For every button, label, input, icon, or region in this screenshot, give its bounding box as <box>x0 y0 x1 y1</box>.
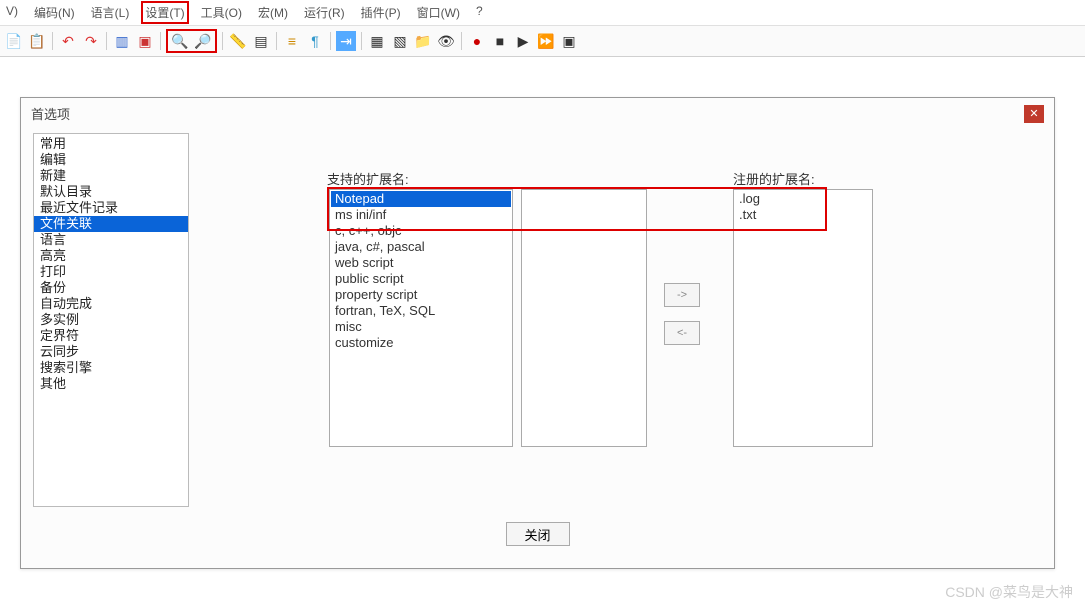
list-item[interactable]: web script <box>331 255 511 271</box>
supported-ext-label: 支持的扩展名: <box>327 169 409 188</box>
menu-macro[interactable]: 宏(M) <box>256 3 290 22</box>
main-pane: 支持的扩展名: 注册的扩展名: Notepad ms ini/inf c, c+… <box>199 133 1044 507</box>
sidebar-item-highlight[interactable]: 高亮 <box>34 248 188 264</box>
sidebar-item-multi-instance[interactable]: 多实例 <box>34 312 188 328</box>
registered-ext-listbox[interactable]: .log .txt <box>733 189 873 447</box>
folder-icon[interactable]: 📁 <box>413 31 433 51</box>
sidebar-item-file-assoc[interactable]: 文件关联 <box>34 216 188 232</box>
arrow-right-button[interactable]: -> <box>664 283 700 307</box>
watermark: CSDN @菜鸟是大神 <box>945 582 1073 602</box>
zoom-in-icon[interactable]: 🔍 <box>170 31 190 51</box>
separator <box>106 32 107 50</box>
separator <box>361 32 362 50</box>
preferences-dialog: 首选项 ✕ 常用 编辑 新建 默认目录 最近文件记录 文件关联 语言 高亮 打印… <box>20 97 1055 569</box>
menu-encoding[interactable]: 编码(N) <box>32 3 77 22</box>
list-item[interactable]: customize <box>331 335 511 351</box>
indent-icon[interactable]: ⇥ <box>336 31 356 51</box>
menu-view[interactable]: V) <box>4 3 20 22</box>
preferences-sidebar: 常用 编辑 新建 默认目录 最近文件记录 文件关联 语言 高亮 打印 备份 自动… <box>33 133 189 507</box>
sidebar-item-delimiter[interactable]: 定界符 <box>34 328 188 344</box>
menu-window[interactable]: 窗口(W) <box>415 3 462 22</box>
list-item[interactable]: c, c++, objc <box>331 223 511 239</box>
registered-ext-label: 注册的扩展名: <box>733 169 815 188</box>
play-icon[interactable]: ▶ <box>513 31 533 51</box>
sidebar-item-autocomplete[interactable]: 自动完成 <box>34 296 188 312</box>
zoom-out-icon[interactable]: 🔎 <box>193 31 213 51</box>
record-icon[interactable]: ● <box>467 31 487 51</box>
sidebar-item-general[interactable]: 常用 <box>34 136 188 152</box>
dialog-title: 首选项 <box>31 104 70 123</box>
list-icon[interactable]: ≡ <box>282 31 302 51</box>
highlighted-tools: 🔍 🔎 <box>166 29 217 53</box>
stop-icon[interactable]: ■ <box>490 31 510 51</box>
sidebar-item-search-engine[interactable]: 搜索引擎 <box>34 360 188 376</box>
format-icon[interactable]: ▦ <box>367 31 387 51</box>
sidebar-item-cloud[interactable]: 云同步 <box>34 344 188 360</box>
sidebar-item-new[interactable]: 新建 <box>34 168 188 184</box>
fast-forward-icon[interactable]: ⏩ <box>536 31 556 51</box>
separator <box>276 32 277 50</box>
sidebar-item-language[interactable]: 语言 <box>34 232 188 248</box>
menu-help[interactable]: ? <box>474 3 485 22</box>
sidebar-item-other[interactable]: 其他 <box>34 376 188 392</box>
redo-icon[interactable]: ↷ <box>81 31 101 51</box>
separator <box>461 32 462 50</box>
sidebar-item-print[interactable]: 打印 <box>34 264 188 280</box>
list-item[interactable]: java, c#, pascal <box>331 239 511 255</box>
undo-icon[interactable]: ↶ <box>58 31 78 51</box>
menu-plugins[interactable]: 插件(P) <box>359 3 403 22</box>
close-button[interactable]: ✕ <box>1024 105 1044 123</box>
chart-icon[interactable]: ▥ <box>112 31 132 51</box>
copy-icon[interactable]: 📋 <box>27 31 47 51</box>
sidebar-item-backup[interactable]: 备份 <box>34 280 188 296</box>
sidebar-item-default-dir[interactable]: 默认目录 <box>34 184 188 200</box>
arrow-left-button[interactable]: <- <box>664 321 700 345</box>
eye-icon[interactable]: 👁 <box>436 31 456 51</box>
list-item[interactable]: .log <box>735 191 871 207</box>
menu-language[interactable]: 语言(L) <box>89 3 132 22</box>
file-icon[interactable]: 📄 <box>4 31 24 51</box>
toolbar: 📄 📋 ↶ ↷ ▥ ▣ 🔍 🔎 📏 ▤ ≡ ¶ ⇥ ▦ ▧ 📁 👁 ● ■ ▶ … <box>0 26 1085 57</box>
menu-settings[interactable]: 设置(T) <box>141 1 188 24</box>
supported-ext-listbox[interactable]: Notepad ms ini/inf c, c++, objc java, c#… <box>329 189 513 447</box>
close-dialog-button[interactable]: 关闭 <box>506 522 570 546</box>
menubar: V) 编码(N) 语言(L) 设置(T) 工具(O) 宏(M) 运行(R) 插件… <box>0 0 1085 26</box>
list-item[interactable]: misc <box>331 319 511 335</box>
format2-icon[interactable]: ▧ <box>390 31 410 51</box>
list-item[interactable]: property script <box>331 287 511 303</box>
pilcrow-icon[interactable]: ¶ <box>305 31 325 51</box>
list-item[interactable]: fortran, TeX, SQL <box>331 303 511 319</box>
separator <box>330 32 331 50</box>
sidebar-item-edit[interactable]: 编辑 <box>34 152 188 168</box>
list-item[interactable]: Notepad <box>331 191 511 207</box>
ruler-icon[interactable]: 📏 <box>228 31 248 51</box>
marker-icon[interactable]: ▣ <box>135 31 155 51</box>
menu-run[interactable]: 运行(R) <box>302 3 347 22</box>
middle-listbox[interactable] <box>521 189 647 447</box>
grid-icon[interactable]: ▤ <box>251 31 271 51</box>
list-item[interactable]: .txt <box>735 207 871 223</box>
list-item[interactable]: public script <box>331 271 511 287</box>
separator <box>160 32 161 50</box>
separator <box>222 32 223 50</box>
sidebar-item-recent-files[interactable]: 最近文件记录 <box>34 200 188 216</box>
list-item[interactable]: ms ini/inf <box>331 207 511 223</box>
separator <box>52 32 53 50</box>
menu-tools[interactable]: 工具(O) <box>199 3 244 22</box>
text-record-icon[interactable]: ▣ <box>559 31 579 51</box>
